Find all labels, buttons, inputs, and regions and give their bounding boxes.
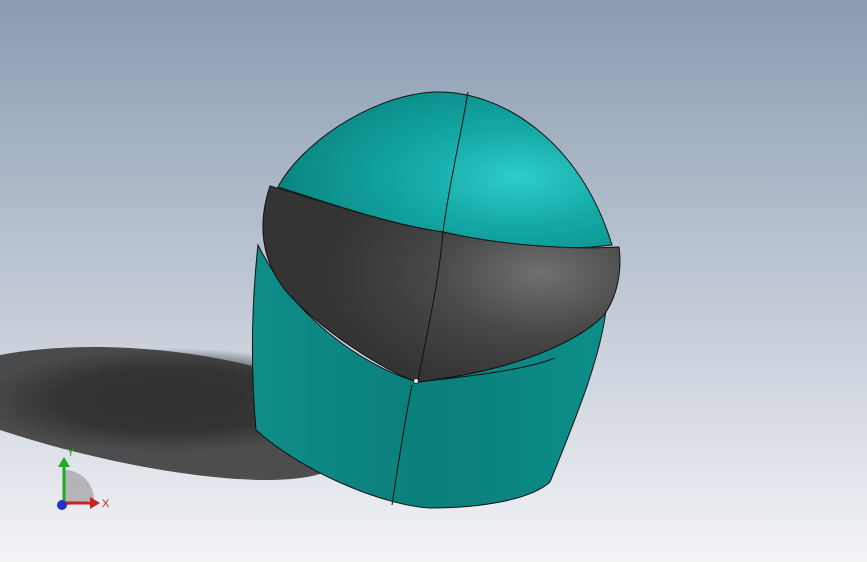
graphics-viewport[interactable]: Y X	[0, 0, 867, 562]
model-canvas[interactable]: Y X	[0, 0, 867, 562]
seam-vertex	[413, 378, 419, 384]
triad-z-axis-icon	[57, 500, 67, 510]
triad-y-label: Y	[67, 447, 75, 459]
triad-x-label: X	[102, 498, 110, 510]
